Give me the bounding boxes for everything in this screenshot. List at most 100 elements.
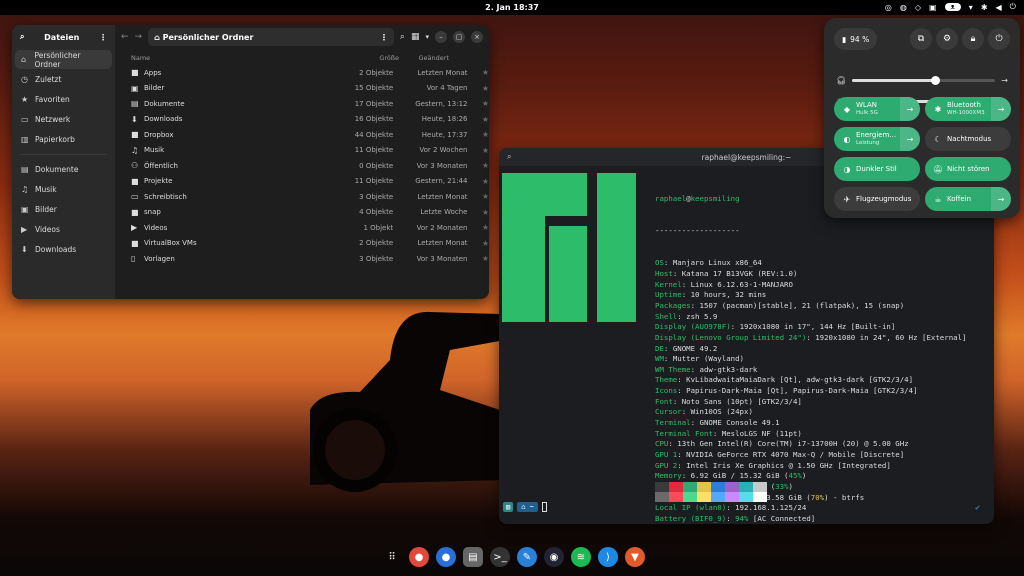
sidebar-item-favoriten[interactable]: ★ Favoriten	[15, 90, 112, 109]
sidebar-item-musik[interactable]: ♫ Musik	[15, 180, 112, 199]
steam-tray-icon[interactable]: ◍	[900, 3, 907, 12]
bluetooth-icon[interactable]: ✱	[981, 3, 988, 12]
dropbox-tray-icon[interactable]: ◇	[915, 3, 921, 12]
tile-bluetooth[interactable]: ✱ Bluetooth WH-1000XM3 →	[925, 97, 1011, 121]
maximize-icon[interactable]: ▢	[453, 31, 465, 43]
chrome-icon[interactable]: ●	[409, 547, 429, 567]
table-row[interactable]: ⚇ Öffentlich 0 Objekte Vor 3 Monaten ★	[115, 158, 489, 174]
wifi-icon[interactable]: ▾	[969, 3, 973, 12]
tile-arrow-icon[interactable]: →	[900, 97, 920, 121]
path-menu-icon[interactable]: ⋮	[380, 33, 388, 42]
minimize-icon[interactable]: –	[435, 31, 447, 43]
tile-arrow-icon[interactable]: →	[991, 97, 1011, 121]
brave-icon[interactable]: ▼	[625, 547, 645, 567]
info-line: Display (Lenovo Group Limited 24"): 1920…	[655, 332, 967, 342]
screenshot-icon[interactable]: ⧉	[910, 28, 932, 50]
sidebar-item-zuletzt[interactable]: ◷ Zuletzt	[15, 70, 112, 89]
search-icon[interactable]: ⌕	[20, 32, 24, 42]
sidebar-item-videos[interactable]: ▶ Videos	[15, 220, 112, 239]
star-icon[interactable]: ★	[467, 192, 489, 201]
tile-dunkler-stil[interactable]: ◑ Dunkler Stil	[834, 157, 920, 181]
table-row[interactable]: ■ VirtualBox VMs 2 Objekte Letzten Monat ★	[115, 236, 489, 252]
volume-slider[interactable]: 🎧︎ →	[836, 75, 1008, 85]
table-row[interactable]: ■ snap 4 Objekte Letzte Woche ★	[115, 205, 489, 221]
vscode-icon[interactable]: ⟩	[598, 547, 618, 567]
sidebar-item-netzwerk[interactable]: ▭ Netzwerk	[15, 110, 112, 129]
star-icon[interactable]: ★	[467, 130, 489, 139]
column-name[interactable]: Name	[131, 54, 357, 62]
table-row[interactable]: ♫ Musik 11 Objekte Vor 2 Wochen ★	[115, 143, 489, 159]
view-grid-icon[interactable]: ▦	[411, 32, 420, 42]
star-icon[interactable]: ★	[467, 68, 489, 77]
sidebar-item-persönlicher-ordner[interactable]: ⌂ Persönlicher Ordner	[15, 50, 112, 69]
star-icon[interactable]: ★	[467, 99, 489, 108]
tile-energiem-[interactable]: ◐ Energiem... Leistung →	[834, 127, 920, 151]
power-tray-icon[interactable]: ⏻	[1010, 2, 1016, 12]
arrow-right-icon[interactable]: →	[1001, 76, 1008, 85]
terminal-icon[interactable]: >_	[490, 547, 510, 567]
tile-arrow-icon[interactable]: →	[900, 127, 920, 151]
star-icon[interactable]: ★	[467, 223, 489, 232]
system-tray[interactable]: ◎ ◍ ◇ ▣ ᴥ ▾ ✱ ◀ ⏻	[885, 2, 1016, 12]
info-line: Terminal Font: MesloLGS NF (11pt)	[655, 428, 802, 438]
clock[interactable]: 2. Jan 18:37	[0, 3, 1024, 12]
fastfetch-output: raphael@keepsmiling ------------------- …	[655, 194, 967, 523]
spotify-icon[interactable]: ≋	[571, 547, 591, 567]
settings-icon[interactable]: ⚙	[936, 28, 958, 50]
volume-icon[interactable]: ◀	[996, 3, 1002, 12]
search-icon[interactable]: ⌕	[507, 152, 511, 162]
tile-arrow-icon[interactable]: →	[991, 187, 1011, 211]
column-size[interactable]: Größe	[357, 54, 399, 62]
tile-nachtmodus[interactable]: ☾ Nachtmodus	[925, 127, 1011, 151]
star-icon[interactable]: ★	[467, 239, 489, 248]
column-modified[interactable]: Geändert	[399, 54, 450, 62]
close-icon[interactable]: ×	[471, 31, 483, 43]
table-row[interactable]: ▣ Bilder 15 Objekte Vor 4 Tagen ★	[115, 81, 489, 97]
chrome-tray-icon[interactable]: ◎	[885, 3, 892, 12]
battery-pill-icon[interactable]: ᴥ	[944, 3, 961, 11]
table-row[interactable]: ■ Projekte 11 Objekte Gestern, 21:44 ★	[115, 174, 489, 190]
tile-wlan[interactable]: ◆ WLAN Hulk 5G →	[834, 97, 920, 121]
obs-icon[interactable]: ◉	[544, 547, 564, 567]
tile-flugzeugmodus[interactable]: ✈ Flugzeugmodus	[834, 187, 920, 211]
view-dropdown-icon[interactable]: ▾	[425, 33, 429, 41]
editor-icon[interactable]: ✎	[517, 547, 537, 567]
table-row[interactable]: ▭ Schreibtisch 3 Objekte Letzten Monat ★	[115, 189, 489, 205]
browser-icon[interactable]: ●	[436, 547, 456, 567]
shell-prompt[interactable]: ▥ ⌂ ~	[503, 502, 547, 512]
app-grid-icon[interactable]: ⠿	[382, 547, 402, 567]
star-icon[interactable]: ★	[467, 115, 489, 124]
table-row[interactable]: ▯ Vorlagen 3 Objekte Vor 3 Monaten ★	[115, 251, 489, 267]
sidebar-item-downloads[interactable]: ⬇ Downloads	[15, 240, 112, 259]
menu-icon[interactable]: ⋮	[99, 33, 107, 42]
sidebar-item-papierkorb[interactable]: ▥ Papierkorb	[15, 130, 112, 149]
forward-icon[interactable]: →	[135, 32, 143, 42]
table-row[interactable]: ■ Apps 2 Objekte Letzten Monat ★	[115, 65, 489, 81]
tile-nicht-stören[interactable]: 🔕︎ Nicht stören	[925, 157, 1011, 181]
row-name-cell: ■ VirtualBox VMs	[131, 239, 352, 248]
star-icon[interactable]: ★	[467, 84, 489, 93]
table-row[interactable]: ▤ Dokumente 17 Objekte Gestern, 13:12 ★	[115, 96, 489, 112]
sidebar-item-bilder[interactable]: ▣ Bilder	[15, 200, 112, 219]
table-row[interactable]: ⬇ Downloads 16 Objekte Heute, 18:26 ★	[115, 112, 489, 128]
lock-icon[interactable]: 🔒︎	[962, 28, 984, 50]
info-line: Battery (BIF0_9): 94% [AC Connected]	[655, 514, 816, 523]
tile-koffein[interactable]: ☕︎ Koffein →	[925, 187, 1011, 211]
battery-button[interactable]: ▮ 94 %	[834, 28, 878, 50]
star-icon[interactable]: ★	[467, 177, 489, 186]
star-icon[interactable]: ★	[467, 146, 489, 155]
manjaro-logo	[502, 173, 636, 322]
path-bar[interactable]: ⌂ Persönlicher Ordner ⋮	[148, 28, 394, 46]
star-icon[interactable]: ★	[467, 208, 489, 217]
table-row[interactable]: ■ Dropbox 44 Objekte Heute, 17:37 ★	[115, 127, 489, 143]
power-icon[interactable]: ⏻	[988, 28, 1010, 50]
row-name: Dokumente	[144, 99, 185, 108]
search-folder-icon[interactable]: ⌕	[400, 32, 405, 42]
table-row[interactable]: ▶ Videos 1 Objekt Vor 2 Monaten ★	[115, 220, 489, 236]
back-icon[interactable]: ←	[121, 32, 129, 42]
files-icon[interactable]: ▤	[463, 547, 483, 567]
sidebar-item-dokumente[interactable]: ▤ Dokumente	[15, 160, 112, 179]
notification-tray-icon[interactable]: ▣	[929, 3, 937, 12]
star-icon[interactable]: ★	[467, 254, 489, 263]
star-icon[interactable]: ★	[467, 161, 489, 170]
